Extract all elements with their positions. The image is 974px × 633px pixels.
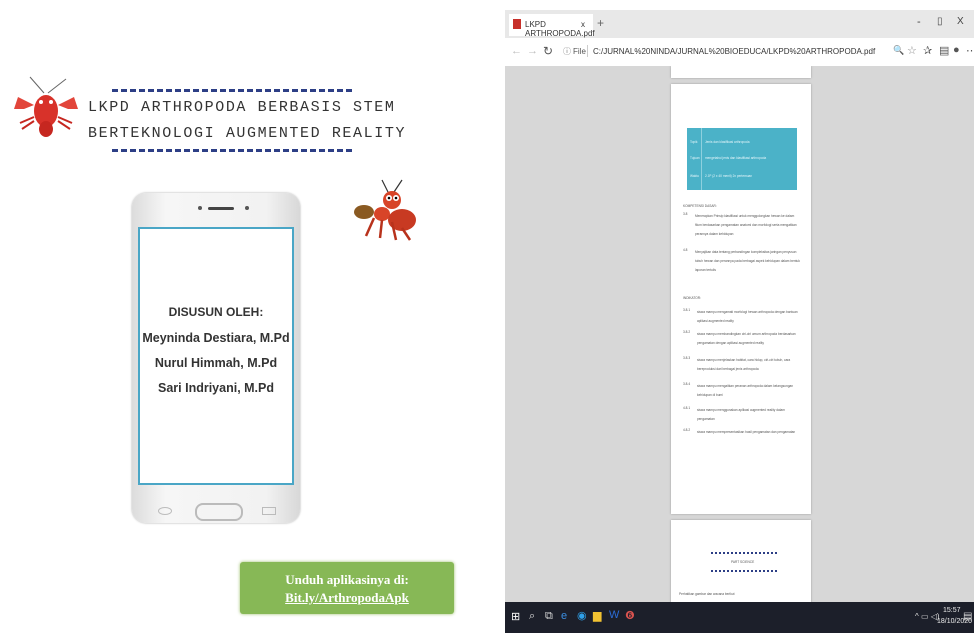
kd-2-text: Menyajikan data tentang perbandingan kom…: [695, 250, 800, 272]
table-label-topik: Topik: [690, 140, 698, 144]
tab-lkpd-pdf[interactable]: LKPD ARTHROPODA.pdf x: [509, 14, 595, 38]
new-tab-button[interactable]: +: [597, 16, 604, 30]
address-bar-row: ← → ↻ ⓘ File C:/JURNAL%20NINDA/JURNAL%20…: [505, 38, 974, 67]
phone-sensor: [198, 206, 202, 210]
kd-1-num: 3.8: [683, 212, 688, 216]
windows-taskbar: ⊞ ⌕ ⧉ e ◉ ▆ W ❻ ^ ▭ ◁) 15:57 18/10/2020 …: [505, 602, 974, 633]
cover-title-line2: BERTEKNOLOGI AUGMENTED REALITY: [88, 125, 407, 142]
indicator-heading: INDIKATOR:: [683, 296, 701, 300]
page3-dash-bottom: [711, 570, 777, 572]
favorite-star-icon[interactable]: ☆: [907, 44, 917, 57]
table-label-waktu: Waktu: [690, 174, 699, 178]
minimize-button[interactable]: -: [917, 16, 921, 28]
bottom-dash-decoration: [112, 149, 352, 152]
zoom-icon[interactable]: 🔍: [893, 45, 904, 56]
ind-2-num: 3.8.2: [683, 330, 691, 334]
pdf-file-icon: [513, 19, 521, 29]
author-2: Nurul Himmah, M.Pd: [154, 356, 278, 370]
phone-menu-button: [262, 507, 276, 515]
ind-5-num: 4.8.1: [683, 406, 691, 410]
forward-arrow-icon[interactable]: →: [527, 45, 538, 57]
table-value-topik: Jenis dan klasifikasi arthropoda: [705, 140, 750, 144]
phone-speaker: [208, 207, 234, 210]
ind-3-text: siswa mampu menjelaskan habitat, cara hi…: [697, 358, 791, 371]
favorites-bar-icon[interactable]: ✰: [923, 44, 932, 57]
download-app-banner[interactable]: Unduh aplikasinya di: Bit.ly/ArthropodaA…: [240, 562, 454, 614]
info-icon[interactable]: ⓘ: [563, 46, 571, 57]
phone-back-button: [158, 507, 172, 515]
ind-6-num: 4.8.2: [683, 428, 691, 432]
file-scheme-label: File: [573, 47, 586, 56]
pdf-page-3: PART SCIENCE Perhatikan gambar dan wacan…: [671, 520, 811, 602]
pdf-page-previous: [671, 66, 811, 78]
pdf-content-area[interactable]: Topik Jenis dan klasifikasi arthropoda T…: [505, 66, 974, 602]
clock-time[interactable]: 15:57: [943, 607, 961, 614]
maximize-button[interactable]: ▯: [937, 16, 943, 27]
phone-home-button: [195, 503, 243, 521]
page3-text: Perhatikan gambar dan wacana berikut: [679, 592, 735, 596]
refresh-icon[interactable]: ↻: [543, 44, 553, 58]
edge-browser-icon[interactable]: e: [561, 610, 567, 622]
ind-5-text: siswa mampu menggunakan aplikasi augment…: [697, 408, 785, 421]
address-divider: [587, 45, 588, 57]
tab-close-icon[interactable]: x: [581, 20, 585, 29]
cover-title-line1: LKPD ARTHROPODA BERBASIS STEM: [88, 99, 396, 116]
more-options-icon[interactable]: ⋯: [966, 44, 974, 57]
search-icon[interactable]: ⌕: [529, 610, 535, 623]
ant-icon: [354, 179, 416, 241]
collections-icon[interactable]: ▤: [939, 44, 949, 57]
author-3: Sari Indriyani, M.Pd: [158, 381, 274, 395]
download-link[interactable]: Bit.ly/ArthropodaApk: [240, 590, 454, 606]
ind-1-text: siswa mampu mengamati morfologi hewan ar…: [697, 310, 798, 323]
url-field[interactable]: C:/JURNAL%20NINDA/JURNAL%20BIOEDUCA/LKPD…: [593, 47, 875, 56]
author-1: Meyninda Destiara, M.Pd: [142, 331, 290, 345]
ind-1-num: 3.8.1: [683, 308, 691, 312]
kd-1-text: Menerapkan Prinsip klasifikasi untuk men…: [695, 214, 797, 236]
pdf-page-2: Topik Jenis dan klasifikasi arthropoda T…: [671, 84, 811, 514]
table-value-tujuan: mengetahui jenis dan klasifikasi arthrop…: [705, 156, 767, 160]
profile-icon[interactable]: ●: [953, 44, 960, 56]
tab-bar: LKPD ARTHROPODA.pdf x + - ▯ X: [505, 10, 974, 38]
back-arrow-icon[interactable]: ←: [511, 45, 522, 57]
start-windows-icon[interactable]: ⊞: [511, 610, 520, 623]
ind-6-text: siswa mampu mempresentasikan hasil penga…: [697, 430, 796, 434]
info-table-divider: [701, 128, 702, 190]
top-dash-decoration: [112, 89, 352, 92]
pinned-app-icon[interactable]: ❻: [625, 609, 635, 622]
ind-4-text: siswa mampu mengaitkan peranan arthropod…: [697, 384, 794, 397]
crayfish-icon: [14, 76, 78, 137]
table-value-waktu: 2 JP (2 x 40 menit) 2x pertemuan: [705, 174, 753, 178]
ind-2-text: siswa mampu membandingkan ciri-ciri umum…: [697, 332, 796, 345]
kd-heading: KOMPETENSI DASAR:: [683, 204, 717, 208]
close-window-button[interactable]: X: [957, 16, 964, 27]
pdf-viewer-window: LKPD ARTHROPODA.pdf x + - ▯ X ← → ↻ ⓘ Fi…: [505, 0, 974, 633]
notification-icon[interactable]: ▤: [963, 611, 972, 622]
tray-icons[interactable]: ^ ▭ ◁): [915, 612, 940, 621]
page3-dash-top: [711, 552, 777, 554]
task-view-icon[interactable]: ⧉: [545, 610, 553, 623]
chrome-icon[interactable]: ◉: [577, 609, 587, 622]
page3-heading: PART SCIENCE: [731, 560, 755, 564]
compiled-by-label: DISUSUN OLEH:: [168, 305, 264, 319]
file-explorer-icon[interactable]: ▆: [593, 609, 601, 622]
lkpd-cover: LKPD ARTHROPODA BERBASIS STEM BERTEKNOLO…: [0, 0, 505, 633]
phone-camera: [245, 206, 249, 210]
window-top-strip: [505, 0, 974, 10]
download-line1: Unduh aplikasinya di:: [285, 572, 409, 587]
table-label-tujuan: Tujuan: [690, 156, 700, 160]
word-icon[interactable]: W: [609, 609, 619, 621]
ind-4-num: 3.8.4: [683, 382, 691, 386]
kd-2-num: 4.8: [683, 248, 688, 252]
ind-3-num: 3.8.3: [683, 356, 691, 360]
